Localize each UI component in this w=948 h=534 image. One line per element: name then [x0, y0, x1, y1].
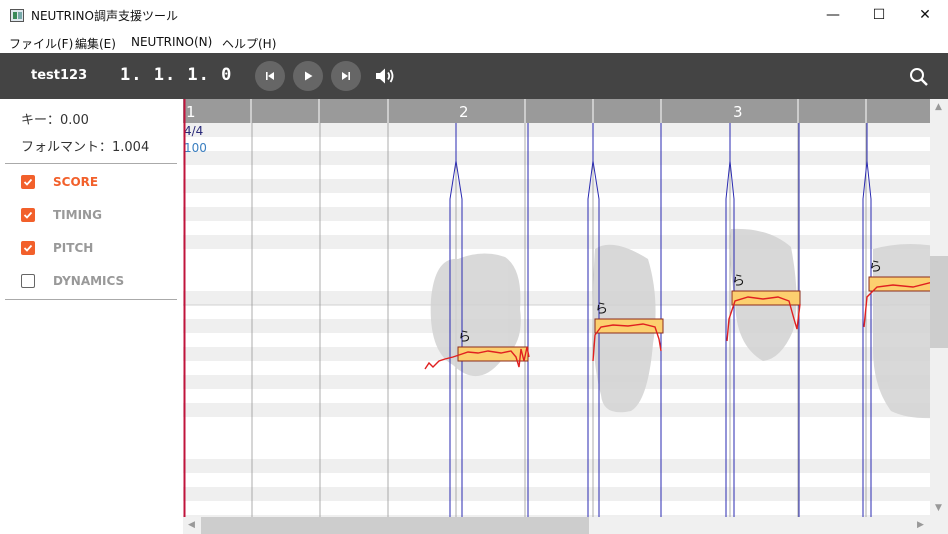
note-lyric: ら: [869, 260, 882, 275]
piano-roll-editor[interactable]: ら ら ら ら 1 2 3 4/4 100: [183, 99, 948, 534]
vertical-scroll-thumb[interactable]: [930, 256, 948, 348]
search-button[interactable]: [909, 67, 929, 91]
track-toggle-timing[interactable]: TIMING: [21, 208, 102, 222]
note-lyric: ら: [595, 302, 608, 317]
divider: [5, 299, 177, 300]
menu-edit[interactable]: 編集(E): [75, 35, 116, 52]
scroll-down-icon[interactable]: ▼: [935, 503, 942, 513]
skip-back-icon: [266, 72, 274, 80]
check-icon: [23, 178, 33, 186]
time-signature: 4/4: [184, 124, 203, 138]
search-icon: [910, 68, 928, 86]
play-icon: [305, 71, 313, 81]
note-lyric: ら: [732, 274, 745, 289]
position-readout: 1. 1. 1. 0: [120, 65, 233, 85]
horizontal-scroll-thumb[interactable]: [201, 517, 589, 534]
track-label-score: SCORE: [53, 175, 99, 189]
note-block[interactable]: [457, 346, 529, 362]
check-icon: [23, 244, 33, 252]
measure-number: 3: [733, 103, 743, 121]
menu-bar: ファイル(F) 編集(E) NEUTRINO(N) ヘルプ(H): [0, 32, 948, 53]
minimize-button[interactable]: —: [810, 0, 856, 30]
volume-button[interactable]: [375, 67, 397, 89]
score-checkbox[interactable]: [21, 175, 35, 189]
maximize-button[interactable]: ☐: [856, 0, 902, 30]
divider: [5, 163, 177, 164]
menu-neutrino[interactable]: NEUTRINO(N): [131, 35, 212, 49]
menu-file[interactable]: ファイル(F): [9, 35, 73, 52]
skip-forward-icon: [342, 72, 350, 80]
formant-label: フォルマント：1.004: [21, 140, 150, 155]
tempo-label: 100: [184, 141, 207, 155]
volume-icon: [376, 68, 394, 84]
measure-ruler: [183, 99, 948, 123]
menu-help[interactable]: ヘルプ(H): [222, 35, 276, 52]
dynamics-checkbox[interactable]: [21, 274, 35, 288]
app-icon: [10, 9, 24, 22]
piano-roll-grid: [183, 123, 948, 518]
pitch-checkbox[interactable]: [21, 241, 35, 255]
note-lyric: ら: [458, 330, 471, 345]
project-name: test123: [31, 68, 88, 83]
scrollbar-corner: [930, 517, 948, 534]
track-label-timing: TIMING: [53, 208, 102, 222]
track-label-pitch: PITCH: [53, 241, 94, 255]
track-label-dynamics: DYNAMICS: [53, 274, 125, 288]
key-label: キー：0.00: [21, 113, 89, 128]
track-toggle-score[interactable]: SCORE: [21, 175, 98, 189]
piano-roll-canvas[interactable]: ら ら ら ら 1 2 3 4/4 100: [183, 99, 948, 534]
scroll-up-icon[interactable]: ▲: [935, 102, 942, 112]
check-icon: [23, 211, 33, 219]
timing-checkbox[interactable]: [21, 208, 35, 222]
toolbar: test123 1. 1. 1. 0: [0, 53, 948, 99]
skip-forward-button[interactable]: [331, 61, 361, 91]
scroll-left-icon[interactable]: ◀: [188, 520, 195, 530]
play-button[interactable]: [293, 61, 323, 91]
track-toggle-dynamics[interactable]: DYNAMICS: [21, 274, 124, 288]
skip-back-button[interactable]: [255, 61, 285, 91]
scroll-right-icon[interactable]: ▶: [917, 520, 924, 530]
measure-number: 1: [186, 103, 196, 121]
measure-number: 2: [459, 103, 469, 121]
track-toggle-pitch[interactable]: PITCH: [21, 241, 93, 255]
window-title: NEUTRINO調声支援ツール: [31, 9, 178, 23]
title-bar: NEUTRINO調声支援ツール — ☐ ✕: [0, 0, 948, 32]
close-button[interactable]: ✕: [902, 0, 948, 30]
parameter-panel: キー：0.00 フォルマント：1.004 SCORE TIMING PITCH …: [0, 99, 183, 534]
